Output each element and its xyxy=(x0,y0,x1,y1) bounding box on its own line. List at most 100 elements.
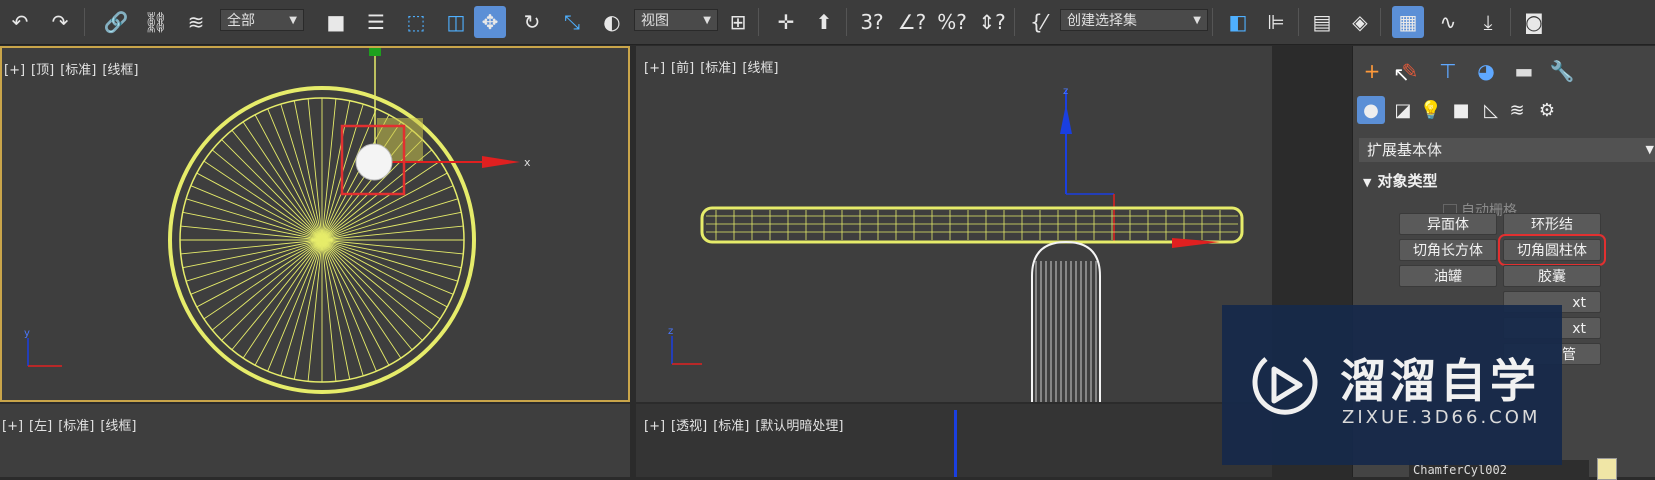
create-subcategory-icons: ● ◪ 💡 ■ ◺ ≋ ⚙ xyxy=(1353,96,1655,130)
small-cylinder-wireframe xyxy=(1035,261,1097,402)
chamfer-cyl-button[interactable]: 切角圆柱体 xyxy=(1498,234,1606,266)
select-and-move-icon[interactable]: ✥ xyxy=(474,6,506,38)
viewport-perspective[interactable]: [+] [透视] [标准] [默认明暗处理] xyxy=(636,404,1272,477)
capsule-button[interactable]: 胶囊 xyxy=(1503,265,1601,287)
gizmo-x-arrow[interactable] xyxy=(482,156,520,168)
cameras-icon[interactable]: ■ xyxy=(1447,96,1475,124)
lights-icon[interactable]: 💡 xyxy=(1417,96,1445,124)
main-toolbar: ↶ ↷ 🔗 ⛓ ≋ 全部 ▼ ■ ☰ ⬚ ◫ ✥ ↻ ⤡ ◐ 视图 ▼ ⊞ ✛ … xyxy=(0,0,1655,45)
viewport-top[interactable]: [+] [顶] [标准] [线框] x y xyxy=(0,46,630,402)
rollout-collapse-icon[interactable]: ▼ xyxy=(1363,176,1371,189)
gizmo-y-arrow[interactable] xyxy=(369,48,381,56)
oil-tank-button[interactable]: 油罐 xyxy=(1399,265,1497,287)
front-view-canvas: z z xyxy=(668,86,1244,402)
ribbon-toggle-icon[interactable]: ▦ xyxy=(1392,6,1424,38)
watermark-url: ZIXUE.3D66.COM xyxy=(1342,407,1541,428)
rollout-title: 对象类型 xyxy=(1377,172,1438,190)
undo-icon[interactable]: ↶ xyxy=(4,6,36,38)
select-by-name-icon[interactable]: ☰ xyxy=(360,6,392,38)
toolbar-divider xyxy=(1380,8,1381,36)
curve-editor-icon[interactable]: ∿ xyxy=(1432,6,1464,38)
category-value: 扩展基本体 xyxy=(1367,141,1443,159)
select-object-icon[interactable]: ■ xyxy=(320,6,352,38)
viewport-display-mode[interactable]: [线框] xyxy=(100,419,136,434)
torus-knot-button[interactable]: 环形结 xyxy=(1503,213,1601,235)
shapes-icon[interactable]: ◪ xyxy=(1389,96,1417,124)
geometry-category-dropdown[interactable]: 扩展基本体 ▼ xyxy=(1359,138,1655,162)
viewport-view-name[interactable]: [左] xyxy=(29,419,52,434)
redo-icon[interactable]: ↷ xyxy=(44,6,76,38)
window-crossing-icon[interactable]: ◫ xyxy=(440,6,472,38)
viewport-label-perspective[interactable]: [+] [透视] [标准] [默认明暗处理] xyxy=(644,415,850,434)
systems-icon[interactable]: ⚙ xyxy=(1533,96,1561,124)
material-editor-icon[interactable]: ◙ xyxy=(1518,6,1550,38)
unlink-icon[interactable]: ⛓ xyxy=(140,6,172,38)
viewport-display-mode[interactable]: [默认明暗处理] xyxy=(755,419,843,434)
helpers-icon[interactable]: ◺ xyxy=(1477,96,1505,124)
chamfer-cylinder-front[interactable] xyxy=(700,206,1244,244)
link-icon[interactable]: 🔗 xyxy=(100,6,132,38)
reference-coord-dropdown[interactable]: 视图 ▼ xyxy=(634,9,718,31)
command-panel-tabs: + ✎ ⊤ ◕ ▬ 🔧 ↖ xyxy=(1353,56,1655,90)
utilities-tab-icon[interactable]: 🔧 xyxy=(1543,56,1581,86)
viewport-left[interactable]: [+] [左] [标准] [线框] xyxy=(0,404,630,477)
viewport-front[interactable]: [+] [前] [标准] [线框] z z xyxy=(636,46,1272,402)
toolbar-divider xyxy=(84,8,85,36)
named-selection-dropdown[interactable]: 创建选择集 ▼ xyxy=(1060,9,1208,31)
gizmo-z-axis-perspective[interactable] xyxy=(954,410,957,477)
layer-manager-icon[interactable]: ◈ xyxy=(1344,6,1376,38)
pivot-center-icon[interactable]: ⊞ xyxy=(722,6,754,38)
axis-tripod-y-label: y xyxy=(24,328,30,339)
hierarchy-tab-icon[interactable]: ⊤ xyxy=(1429,56,1467,86)
chevron-down-icon: ▼ xyxy=(1645,143,1654,156)
mouse-cursor-icon: ↖ xyxy=(1393,62,1410,86)
viewport-menu-plus[interactable]: [+] xyxy=(2,419,23,434)
bind-space-warp-icon[interactable]: ≋ xyxy=(180,6,212,38)
watermark-logo-icon xyxy=(1252,357,1318,415)
toolbar-divider xyxy=(1212,8,1213,36)
percent-snap-icon[interactable]: %? xyxy=(936,6,968,38)
viewport-shading-mode[interactable]: [标准] xyxy=(713,419,749,434)
space-warps-icon[interactable]: ≋ xyxy=(1503,96,1531,124)
selection-filter-value: 全部 xyxy=(227,13,255,29)
toolbar-divider xyxy=(846,8,847,36)
align-icon[interactable]: ⊫ xyxy=(1260,6,1292,38)
cylinder-wireframe-front xyxy=(706,210,1238,240)
angle-snap-icon[interactable]: ∠? xyxy=(896,6,928,38)
viewport-menu-plus[interactable]: [+] xyxy=(644,419,665,434)
gizmo-z-label: z xyxy=(1063,86,1068,97)
scene-explorer-icon[interactable]: ▤ xyxy=(1306,6,1338,38)
spinner-snap-icon[interactable]: ⇕? xyxy=(976,6,1008,38)
toolbar-divider xyxy=(758,8,759,36)
watermark-title: 溜溜自学 xyxy=(1340,354,1540,408)
chevron-down-icon: ▼ xyxy=(703,15,711,26)
chamfer-box-button[interactable]: 切角长方体 xyxy=(1399,239,1497,261)
viewport-shading-mode[interactable]: [标准] xyxy=(58,419,94,434)
select-and-place-icon[interactable]: ◐ xyxy=(596,6,628,38)
hedra-button[interactable]: 异面体 xyxy=(1399,213,1497,235)
top-view-canvas: x y xyxy=(24,48,531,394)
small-cylinder-top[interactable] xyxy=(355,143,393,181)
edit-named-selection-icon[interactable]: {⁄ xyxy=(1022,6,1054,38)
display-tab-icon[interactable]: ▬ xyxy=(1505,56,1543,86)
gizmo-z-arrow[interactable] xyxy=(1060,104,1072,134)
select-manipulate-icon[interactable]: ✛ xyxy=(770,6,802,38)
geometry-icon[interactable]: ● xyxy=(1357,96,1385,124)
viewport-view-name[interactable]: [透视] xyxy=(671,419,707,434)
schematic-view-icon[interactable]: ⤓ xyxy=(1472,6,1504,38)
axis-tripod-z-label: z xyxy=(668,326,673,337)
keyboard-shortcut-override-icon[interactable]: ⬆ xyxy=(808,6,840,38)
reference-coord-value: 视图 xyxy=(641,13,669,29)
snaps-toggle-icon[interactable]: 3? xyxy=(856,6,888,38)
select-and-rotate-icon[interactable]: ↻ xyxy=(516,6,548,38)
select-and-scale-icon[interactable]: ⤡ xyxy=(556,6,588,38)
create-tab-icon[interactable]: + xyxy=(1353,56,1391,86)
rect-selection-region-icon[interactable]: ⬚ xyxy=(400,6,432,38)
selection-filter-dropdown[interactable]: 全部 ▼ xyxy=(220,9,304,31)
object-type-rollout[interactable]: ▼ 对象类型 xyxy=(1363,170,1437,191)
toolbar-divider xyxy=(1510,8,1511,36)
viewport-label-left[interactable]: [+] [左] [标准] [线框] xyxy=(2,415,143,434)
mirror-icon[interactable]: ◧ xyxy=(1222,6,1254,38)
motion-tab-icon[interactable]: ◕ xyxy=(1467,56,1505,86)
gizmo-x-label: x xyxy=(524,156,531,169)
